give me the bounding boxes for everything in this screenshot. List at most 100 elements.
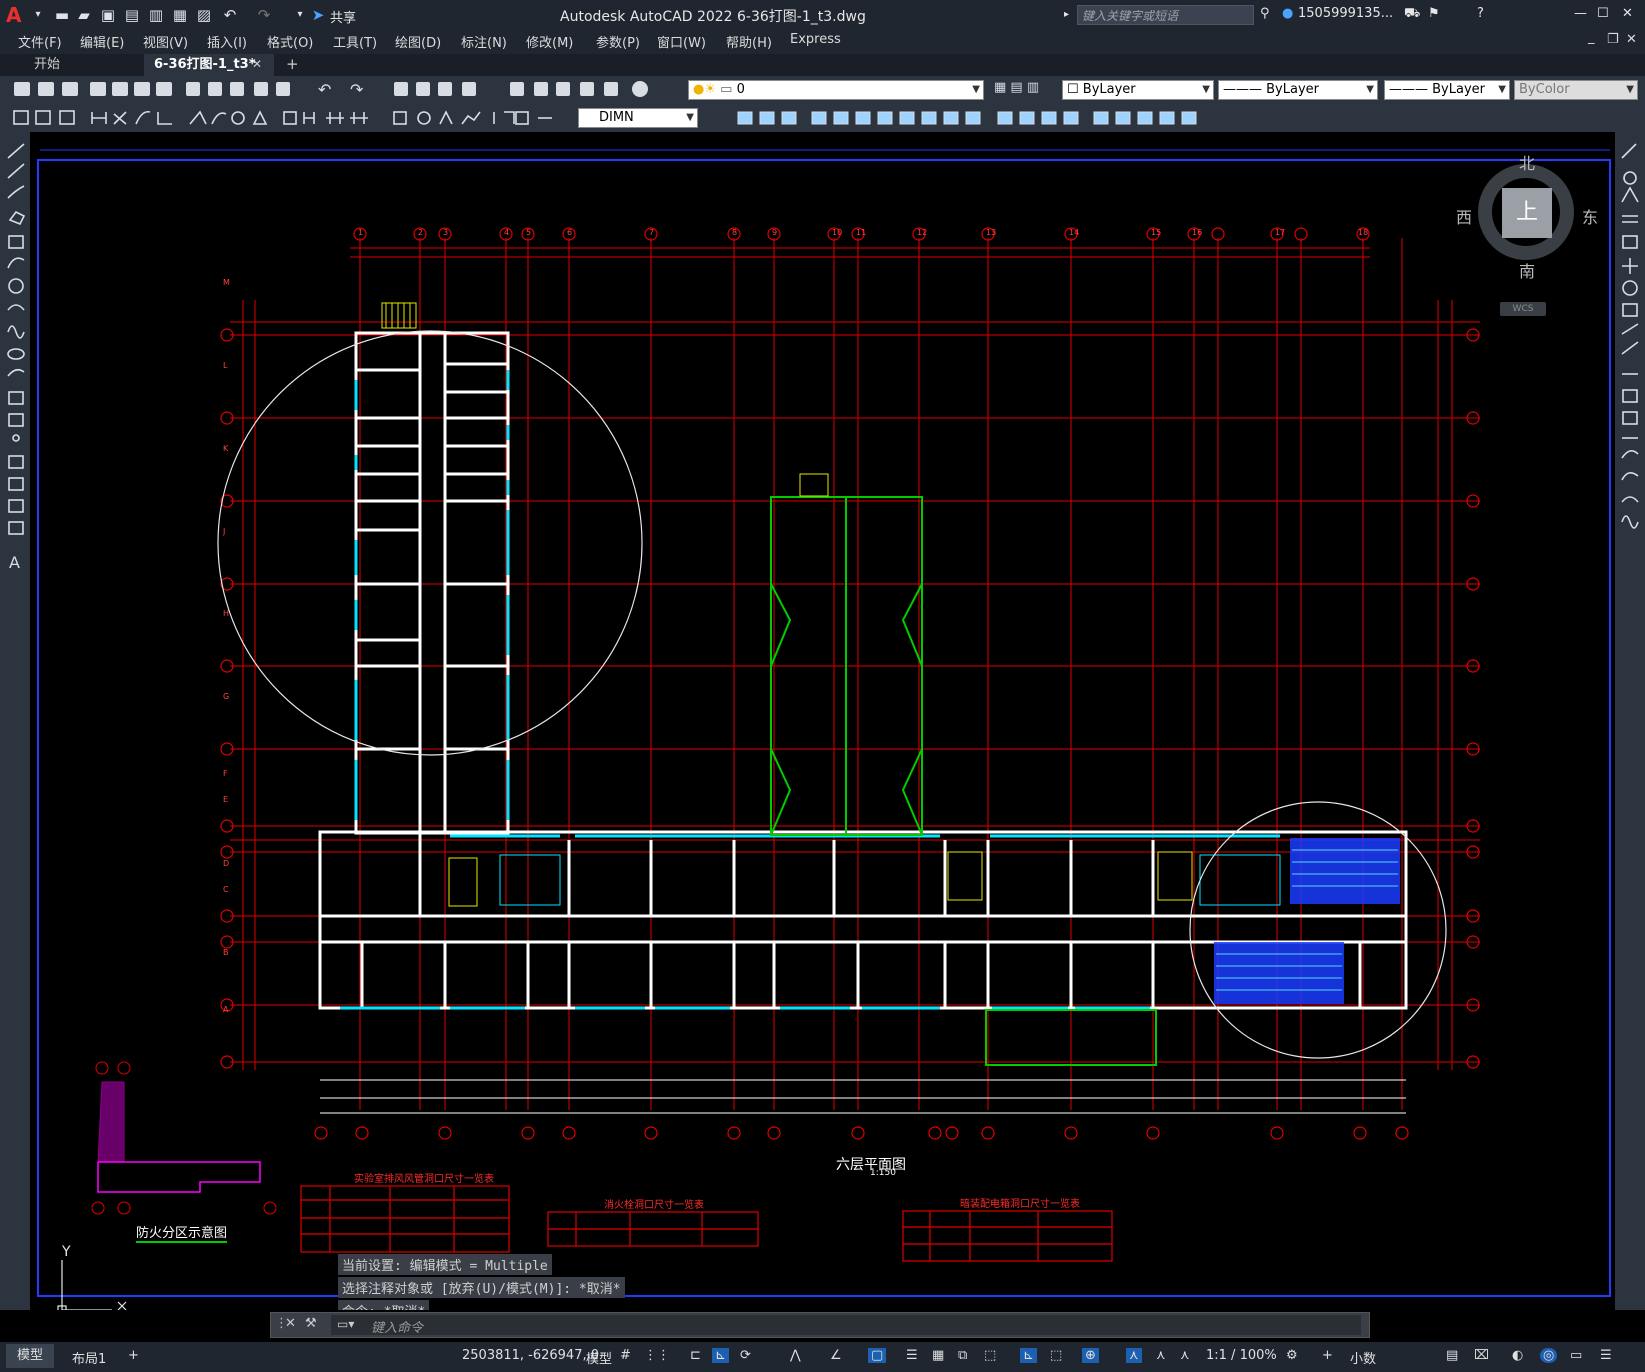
save-icon[interactable]: ▣	[100, 7, 116, 23]
model-space-toggle[interactable]: 模型	[586, 1348, 612, 1367]
maximize-icon[interactable]: ☐	[1597, 6, 1609, 21]
plot-icon[interactable]: ▨	[196, 7, 212, 23]
wcs-menu[interactable]: WCS	[1500, 302, 1546, 316]
coordinates-readout[interactable]: 2503811, -626947, 0	[462, 1348, 599, 1363]
snap-icon[interactable]: ⋮⋮	[644, 1348, 670, 1363]
doc-restore-icon[interactable]: ❐	[1607, 32, 1619, 47]
command-close-icon[interactable]: ✕	[285, 1316, 296, 1331]
lineweight-icon[interactable]: ☰	[906, 1348, 918, 1363]
viewcube[interactable]: 上 北 南 西 东	[1456, 154, 1598, 281]
menu-express[interactable]: Express	[790, 32, 841, 47]
clean-screen-icon[interactable]: ▭	[1570, 1348, 1582, 1363]
open-folder-icon[interactable]: ▰	[76, 7, 92, 23]
user-icon[interactable]: ●	[1282, 6, 1293, 21]
auto-scale-icon[interactable]: ⋏	[1156, 1348, 1166, 1363]
menu-draw[interactable]: 绘图(D)	[395, 32, 441, 51]
menu-help[interactable]: 帮助(H)	[726, 32, 772, 51]
menu-parametric[interactable]: 参数(P)	[596, 32, 640, 51]
new-tab-icon[interactable]: +	[286, 55, 299, 73]
help-icon[interactable]: ?	[1477, 6, 1484, 21]
undo-icon[interactable]: ↶	[222, 7, 238, 23]
autocad-logo-icon[interactable]: A	[6, 4, 28, 26]
menu-tools[interactable]: 工具(T)	[333, 32, 377, 51]
infer-constraints-icon[interactable]: ⊏	[690, 1348, 701, 1363]
tab-layout1[interactable]: 布局1	[72, 1348, 106, 1367]
tab-close-icon[interactable]: ✕	[252, 57, 262, 71]
share-icon[interactable]: ➤	[310, 7, 326, 23]
object-snap-tracking-icon[interactable]: ∠	[830, 1348, 842, 1363]
selection-filter-icon[interactable]: ⬚	[1050, 1348, 1062, 1363]
app-menu-chevron-icon[interactable]: ▾	[30, 7, 46, 23]
search-icon[interactable]: ⚲	[1260, 6, 1270, 21]
command-input[interactable]: ▭▾ 键入命令	[331, 1315, 1361, 1336]
annotation-scale-icon[interactable]: ⋏	[1180, 1348, 1190, 1363]
lineweight-dropdown[interactable]: ——— ByLayer ▼	[1384, 80, 1510, 100]
annotation-visibility-icon[interactable]: ⋏	[1126, 1348, 1142, 1363]
workspace-gear-icon[interactable]: ⚙	[1286, 1348, 1298, 1363]
user-name[interactable]: 1505999135...	[1298, 6, 1393, 21]
object-snap-icon[interactable]: ▢	[868, 1348, 887, 1363]
customization-icon[interactable]: ☰	[1600, 1348, 1612, 1363]
menu-dimension[interactable]: 标注(N)	[461, 32, 507, 51]
gizmo-icon[interactable]: ⊕	[1082, 1348, 1099, 1363]
save-web-icon[interactable]: ▦	[172, 7, 188, 23]
draw-toolbar-icons[interactable]: A	[4, 140, 28, 580]
add-layout-icon[interactable]: +	[128, 1348, 139, 1363]
menu-file[interactable]: 文件(F)	[18, 32, 62, 51]
menu-format[interactable]: 格式(O)	[267, 32, 313, 51]
customize-quick-access-icon[interactable]: ▾	[292, 7, 308, 23]
tab-model[interactable]: 模型	[6, 1344, 54, 1368]
linetype-dropdown[interactable]: ——— ByLayer ▼	[1218, 80, 1378, 100]
doc-close-icon[interactable]: ✕	[1626, 32, 1637, 47]
viewcube-top-face[interactable]: 上	[1502, 188, 1552, 238]
close-icon[interactable]: ✕	[1622, 6, 1633, 21]
menu-window[interactable]: 窗口(W)	[657, 32, 706, 51]
isolate-objects-icon[interactable]: ◐	[1512, 1348, 1523, 1363]
menu-modify[interactable]: 修改(M)	[526, 32, 573, 51]
save-as-icon[interactable]: ▤	[124, 7, 140, 23]
lock-ui-icon[interactable]: ⌧	[1474, 1348, 1489, 1363]
isometric-icon[interactable]: ⋀	[790, 1348, 801, 1363]
minimize-icon[interactable]: —	[1574, 6, 1587, 21]
modify-toolbar-icons[interactable]	[700, 104, 1200, 132]
polar-tracking-icon[interactable]: ⟳	[740, 1348, 751, 1363]
layer-dropdown[interactable]: ●☀ ▭ 0 ▼	[688, 80, 984, 100]
standard-toolbar-icons[interactable]: ↶ ↷	[0, 76, 680, 104]
layer-tools-icons[interactable]: ▦ ▤ ▥	[994, 80, 1064, 100]
command-customize-icon[interactable]: ⚒	[305, 1316, 317, 1331]
open-web-icon[interactable]: ▥	[148, 7, 164, 23]
ortho-icon[interactable]: ⊾	[712, 1348, 729, 1363]
annotation-monitor-icon[interactable]: +	[1322, 1348, 1333, 1363]
3d-osnap-icon[interactable]: ⬚	[984, 1348, 996, 1363]
quick-properties-icon[interactable]: ▤	[1446, 1348, 1458, 1363]
menu-view[interactable]: 视图(V)	[143, 32, 188, 51]
share-label[interactable]: 共享	[330, 7, 356, 26]
dimstyle-dropdown[interactable]: DIMN ▼	[578, 108, 698, 128]
selection-cycling-icon[interactable]: ⧉	[958, 1348, 967, 1363]
new-file-icon[interactable]: ▬	[54, 7, 70, 23]
doc-minimize-icon[interactable]: _	[1588, 30, 1595, 45]
drawing-canvas[interactable]: 六层平面图 1:150 防火分区示意图 实验室排风风管洞口尺寸一览表 消火栓洞口…	[30, 132, 1615, 1310]
dynamic-ucs-icon[interactable]: ⊾	[1020, 1348, 1037, 1363]
compass-west[interactable]: 西	[1456, 204, 1472, 228]
compass-south[interactable]: 南	[1519, 258, 1535, 282]
transparency-icon[interactable]: ▦	[932, 1348, 944, 1363]
autodesk-account-icon[interactable]: ⚑	[1428, 6, 1440, 21]
grid-icon[interactable]: #	[620, 1348, 631, 1363]
menu-insert[interactable]: 插入(I)	[207, 32, 247, 51]
tab-start[interactable]: 开始	[24, 54, 144, 76]
menu-edit[interactable]: 编辑(E)	[80, 32, 124, 51]
cart-icon[interactable]: ⛟	[1404, 6, 1420, 23]
command-line[interactable]: ⋮ ✕ ⚒ ▭▾ 键入命令	[270, 1312, 1370, 1338]
modify-side-icons[interactable]	[1618, 140, 1642, 540]
graphics-performance-icon[interactable]: ◎	[1540, 1348, 1558, 1363]
annotation-scale-value[interactable]: 1:1 / 100%	[1206, 1348, 1277, 1363]
color-dropdown[interactable]: ☐ ByLayer ▼	[1062, 80, 1214, 100]
compass-north[interactable]: 北	[1519, 150, 1535, 174]
search-input[interactable]: 键入关键字或短语	[1077, 5, 1254, 25]
command-recent-icon[interactable]: ▭▾	[337, 1317, 354, 1331]
plotstyle-dropdown[interactable]: ByColor ▼	[1514, 80, 1638, 100]
search-expand-icon[interactable]: ▸	[1064, 9, 1069, 20]
units-label[interactable]: 小数	[1350, 1348, 1376, 1367]
compass-east[interactable]: 东	[1582, 204, 1598, 228]
